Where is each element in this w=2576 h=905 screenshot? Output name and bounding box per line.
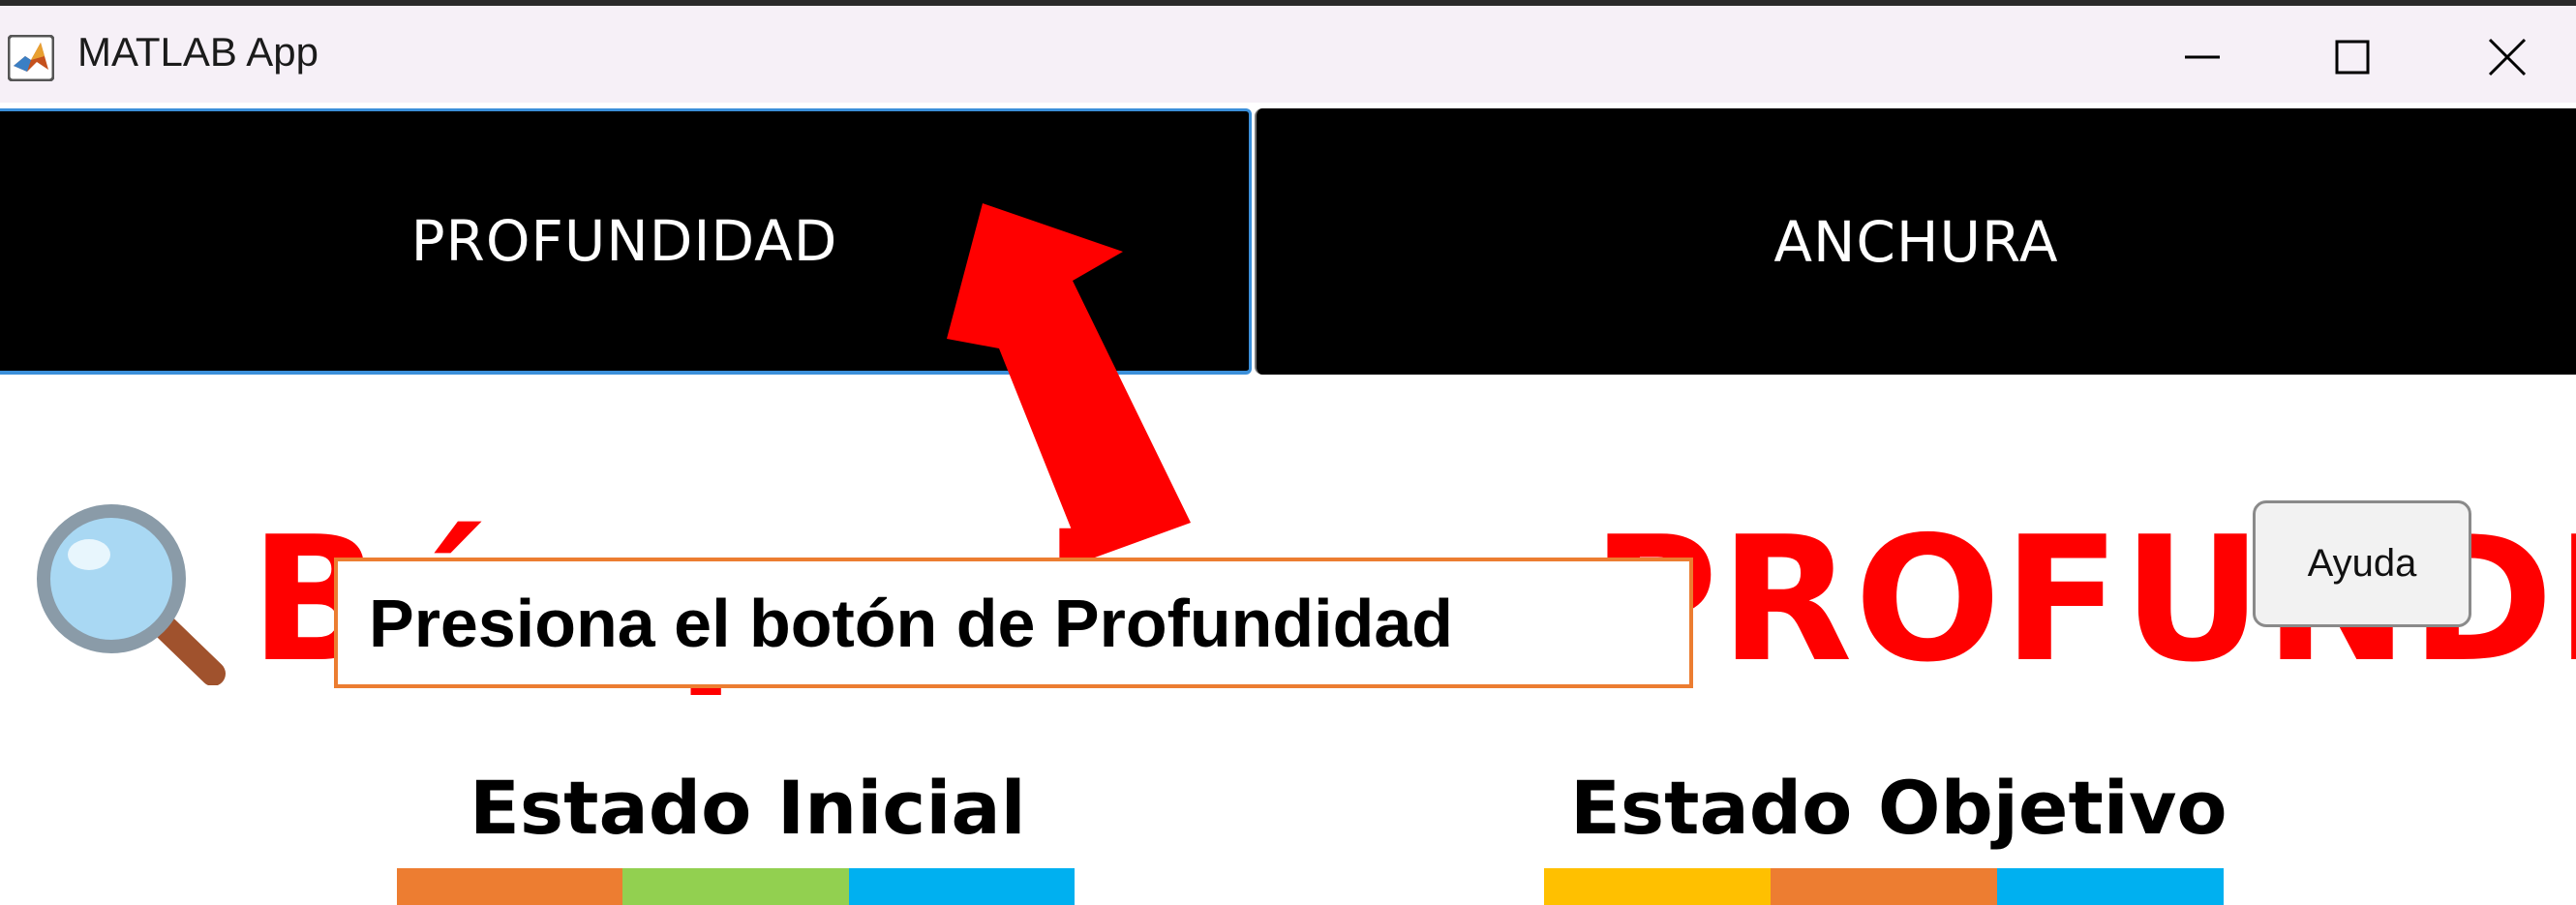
initial-state-cell [622,868,849,905]
up-arrow-icon [947,203,1191,561]
matlab-app-window: MATLAB App PROFUNDIDAD ANCHURA Búsqueda … [0,0,2576,905]
goal-state-cell [1544,868,1771,905]
help-button[interactable]: Ayuda [2253,500,2471,627]
instruction-text: Presiona el botón de Profundidad [369,585,1454,661]
magnifying-glass-icon [37,504,226,685]
goal-state-cell [1997,868,2224,905]
initial-state-cell [848,868,1075,905]
maximize-icon [2335,40,2370,75]
help-button-label: Ayuda [2307,542,2417,585]
close-icon [2488,38,2527,76]
close-button[interactable] [2464,23,2551,91]
window-title: MATLAB App [77,29,319,75]
goal-state-cell [1771,868,1997,905]
minimize-icon [2185,55,2220,59]
title-bar: MATLAB App [0,6,2576,103]
instruction-callout: Presiona el botón de Profundidad [334,558,1693,688]
initial-state-title: Estado Inicial [470,765,1026,851]
initial-state-cell [397,868,623,905]
profundidad-button-label: PROFUNDIDAD [410,208,838,274]
matlab-logo-icon [8,35,54,81]
goal-state-title: Estado Objetivo [1570,765,2227,851]
goal-state-grid [1544,868,2224,905]
minimize-button[interactable] [2159,23,2246,91]
maximize-button[interactable] [2309,23,2396,91]
anchura-button[interactable]: ANCHURA [1255,108,2576,375]
anchura-button-label: ANCHURA [1773,208,2059,275]
initial-state-grid [397,868,1075,905]
